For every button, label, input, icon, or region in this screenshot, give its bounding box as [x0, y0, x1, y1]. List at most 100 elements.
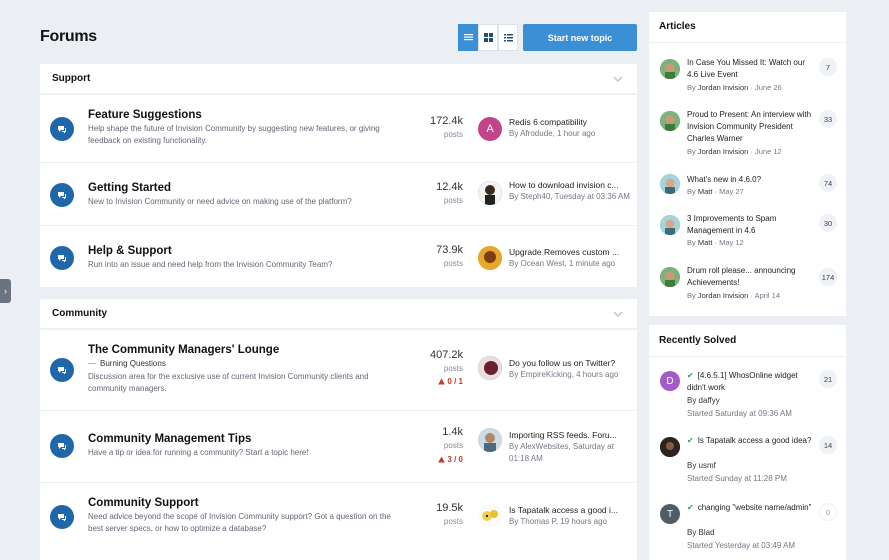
forum-row[interactable]: Community Support Need advice beyond the… [40, 482, 637, 560]
article-title[interactable]: In Case You Missed It: Watch our 4.6 Liv… [687, 57, 817, 81]
last-post-title[interactable]: How to download invision c... [509, 180, 629, 190]
start-new-topic-button[interactable]: Start new topic [523, 24, 637, 51]
last-post-title[interactable]: Redis 6 compatibility [509, 117, 629, 127]
chevron-down-icon[interactable] [612, 309, 624, 319]
forum-description: New to Invision Community or need advice… [88, 197, 352, 206]
list-view-button[interactable] [498, 24, 518, 51]
solved-author[interactable]: By usmf [687, 461, 716, 470]
avatar[interactable] [478, 504, 502, 528]
avatar[interactable] [478, 246, 502, 270]
forum-row[interactable]: Community Management Tips Have a tip or … [40, 410, 637, 482]
forum-title[interactable]: Feature Suggestions [88, 109, 202, 121]
last-post-meta: By AlexWebsites, Saturday at 01:18 AM [509, 442, 614, 463]
avatar-image [660, 174, 680, 194]
chevron-down-icon[interactable] [612, 74, 624, 84]
forum-description: Help shape the future of Invision Commun… [88, 124, 380, 145]
by-prefix: By [687, 147, 696, 156]
forum-title[interactable]: Getting Started [88, 182, 171, 194]
avatar [660, 174, 680, 194]
solved-author[interactable]: By Blad [687, 528, 715, 537]
avatar[interactable] [478, 428, 502, 452]
solved-author[interactable]: By daffyy [687, 396, 720, 405]
by-prefix: By [687, 187, 696, 196]
article-title[interactable]: What's new in 4.6.0? [687, 174, 817, 186]
post-count: 73.9k [436, 244, 463, 256]
last-post-meta: By EmpireKicking, 4 hours ago [509, 370, 619, 379]
sidebar-toggle-tab[interactable]: › [0, 279, 11, 303]
subforum-link[interactable]: Burning Questions [88, 359, 166, 368]
solved-topic-title[interactable]: ✔ Is Tapatalk access a good idea? [687, 435, 817, 447]
last-post-title[interactable]: Upgrade Removes custom ... [509, 247, 629, 257]
section-title: Community [52, 308, 107, 319]
avatar[interactable] [478, 356, 502, 380]
post-count: 12.4k [436, 181, 463, 193]
solved-item[interactable]: T ✔ changing "website name/admin" By Blad… [649, 501, 846, 557]
forum-row[interactable]: Getting Started New to Invision Communit… [40, 162, 637, 225]
comment-count-badge: 33 [819, 110, 837, 128]
article-author[interactable]: Matt [698, 238, 713, 247]
article-item[interactable]: Proud to Present: An interview with Invi… [649, 106, 846, 162]
chat-bubble-icon [50, 183, 74, 207]
avatar[interactable] [478, 181, 502, 205]
solved-topic-title[interactable]: ✔ changing "website name/admin" [687, 502, 817, 514]
solved-item[interactable]: D ✔ [4.6.5.1] WhosOnline widget didn't wo… [649, 367, 846, 427]
avatar-image [478, 246, 502, 270]
chevron-right-icon: › [4, 286, 7, 296]
article-meta: By Jordan Invision · June 26 [687, 83, 782, 92]
post-count-label: posts [443, 259, 463, 268]
solved-topic-title[interactable]: ✔ [4.6.5.1] WhosOnline widget didn't work [687, 370, 817, 394]
forum-title[interactable]: Community Support [88, 497, 199, 509]
article-item[interactable]: Drum roll please... announcing Achieveme… [649, 264, 846, 306]
forum-title[interactable]: The Community Managers' Lounge [88, 344, 279, 356]
grid-view-icon [483, 33, 493, 42]
post-count-label: posts [443, 196, 463, 205]
reply-count-badge: 14 [819, 436, 837, 454]
comment-count-badge: 174 [819, 268, 837, 286]
forum-row[interactable]: The Community Managers' Lounge Burning Q… [40, 329, 637, 410]
comment-count-badge: 7 [819, 58, 837, 76]
warning-triangle-icon [438, 378, 446, 385]
grid-view-button[interactable] [478, 24, 498, 51]
moderation-flags[interactable]: 0 / 1 [438, 377, 463, 386]
avatar-image [478, 356, 502, 380]
avatar [660, 267, 680, 287]
avatar[interactable]: A [478, 117, 502, 141]
article-item[interactable]: 3 Improvements to Spam Management in 4.6… [649, 212, 846, 254]
post-count-label: posts [443, 441, 463, 450]
article-author[interactable]: Matt [698, 187, 713, 196]
checkmark-icon: ✔ [687, 436, 694, 445]
solved-item[interactable]: ✔ Is Tapatalk access a good idea? By usmf… [649, 434, 846, 494]
table-view-button[interactable] [458, 24, 478, 51]
avatar-image [478, 504, 502, 528]
solved-started: Started Yesterday at 03:49 AM [687, 541, 796, 550]
reply-count-badge: 0 [819, 503, 837, 521]
post-count: 19.5k [436, 502, 463, 514]
last-post-title[interactable]: Do you follow us on Twitter? [509, 358, 629, 368]
article-item[interactable]: What's new in 4.6.0? By Matt · May 27 74 [649, 172, 846, 202]
avatar [660, 111, 680, 131]
last-post-title[interactable]: Is Tapatalk access a good i... [509, 505, 629, 515]
article-author[interactable]: Jordan Invision [698, 291, 748, 300]
post-count: 1.4k [442, 426, 463, 438]
forum-row[interactable]: Help & Support Run into an issue and nee… [40, 225, 637, 287]
forum-row[interactable]: Feature Suggestions Help shape the futur… [40, 94, 637, 162]
article-date: May 27 [719, 187, 744, 196]
article-title[interactable]: 3 Improvements to Spam Management in 4.6 [687, 213, 817, 237]
article-title[interactable]: Drum roll please... announcing Achieveme… [687, 265, 817, 289]
comment-count-badge: 74 [819, 174, 837, 192]
article-title[interactable]: Proud to Present: An interview with Invi… [687, 109, 817, 145]
moderation-flags[interactable]: 3 / 0 [438, 455, 463, 464]
checkmark-icon: ✔ [687, 503, 694, 512]
forum-description: Need advice beyond the scope of Invision… [88, 512, 391, 533]
article-author[interactable]: Jordan Invision [698, 83, 748, 92]
forum-title[interactable]: Community Management Tips [88, 433, 251, 445]
last-post-title[interactable]: Importing RSS feeds. Foru... [509, 430, 629, 440]
article-date: May 12 [719, 238, 744, 247]
article-item[interactable]: In Case You Missed It: Watch our 4.6 Liv… [649, 54, 846, 94]
avatar-image [478, 181, 502, 205]
forum-title[interactable]: Help & Support [88, 245, 172, 257]
subforum-label: Burning Questions [100, 359, 166, 368]
article-date: June 12 [754, 147, 782, 156]
widget-title: Recently Solved [659, 335, 737, 346]
article-author[interactable]: Jordan Invision [698, 147, 748, 156]
